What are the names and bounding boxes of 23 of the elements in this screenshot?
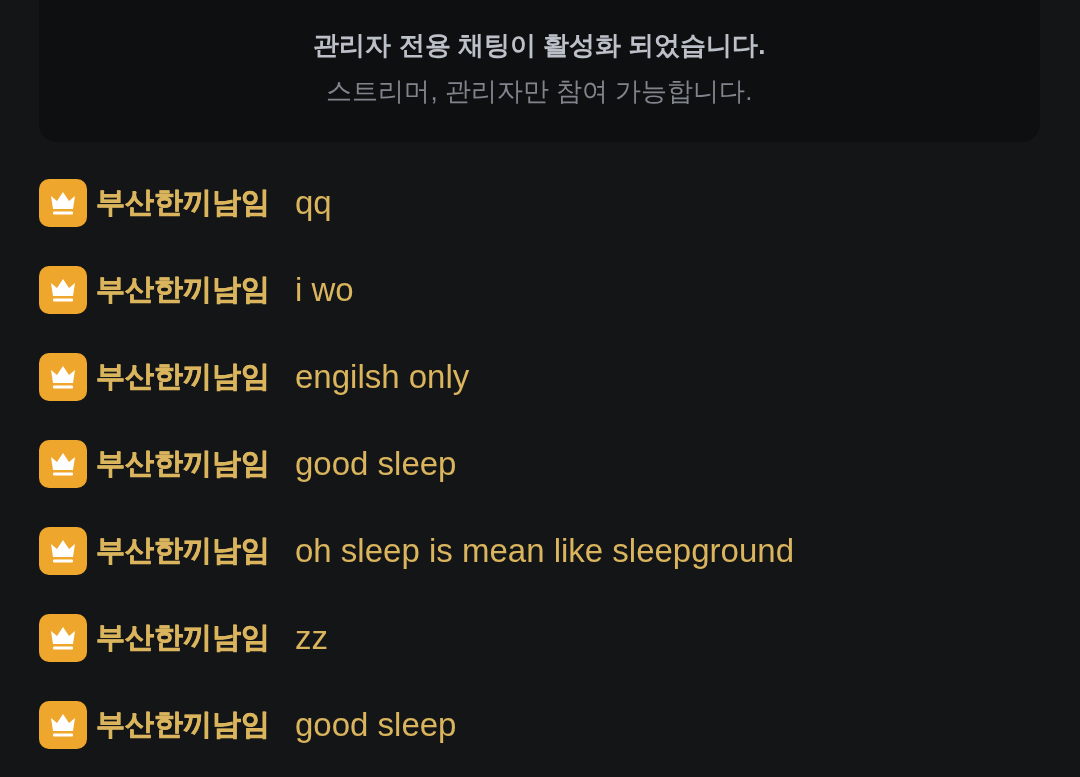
chat-username[interactable]: 부산한끼남임 xyxy=(96,705,270,745)
crown-icon xyxy=(39,527,87,575)
chat-message: good sleep xyxy=(295,445,457,483)
chat-message: zz xyxy=(295,619,328,657)
notice-title: 관리자 전용 채팅이 활성화 되었습니다. xyxy=(312,29,767,62)
chat-message: oh sleep is mean like sleepground xyxy=(295,532,794,570)
chat-username[interactable]: 부산한끼남임 xyxy=(96,357,270,397)
chat-message: i wo xyxy=(295,271,354,309)
crown-icon xyxy=(39,353,87,401)
chat-username[interactable]: 부산한끼남임 xyxy=(96,444,270,484)
crown-icon xyxy=(39,614,87,662)
chat-message: good sleep xyxy=(295,706,457,744)
chat-message: qq xyxy=(295,184,332,222)
crown-icon xyxy=(39,440,87,488)
chat-username[interactable]: 부산한끼남임 xyxy=(96,183,270,223)
crown-icon xyxy=(39,179,87,227)
chat-username[interactable]: 부산한끼남임 xyxy=(96,618,270,658)
crown-icon xyxy=(39,701,87,749)
crown-icon xyxy=(39,266,87,314)
chat-username[interactable]: 부산한끼남임 xyxy=(96,270,270,310)
notice-subtitle: 스트리머, 관리자만 참여 가능합니다. xyxy=(325,75,754,108)
chat-message: engilsh only xyxy=(295,358,470,396)
chat-username[interactable]: 부산한끼남임 xyxy=(96,531,270,571)
